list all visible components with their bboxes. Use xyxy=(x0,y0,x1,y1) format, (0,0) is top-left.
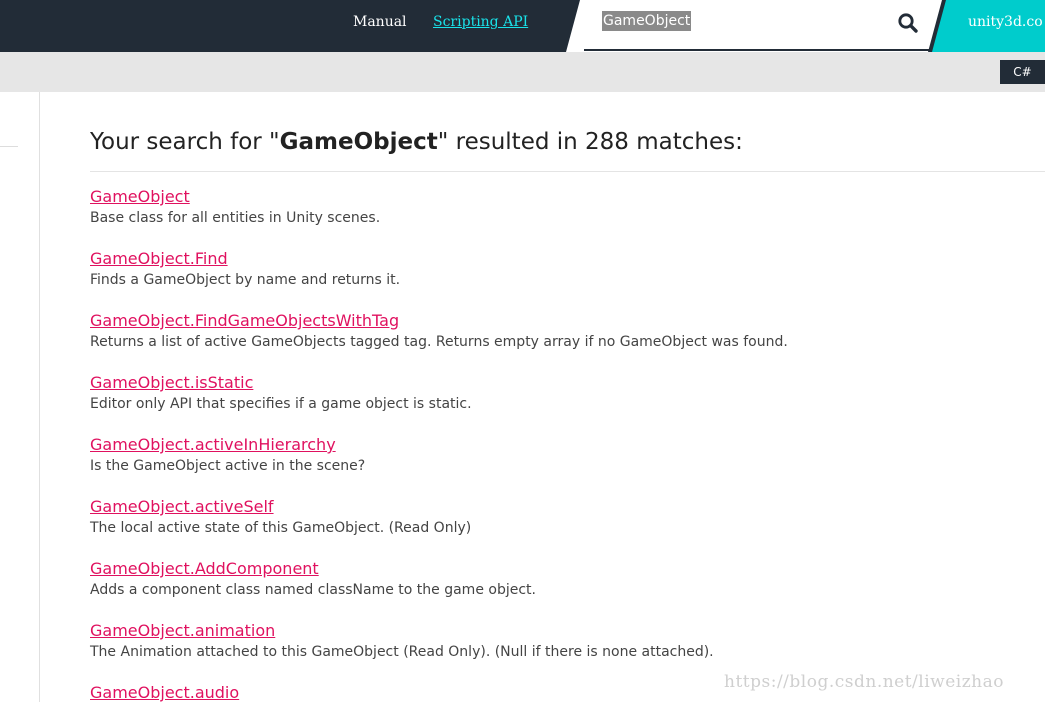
result-description: Editor only API that specifies if a game… xyxy=(90,396,472,412)
unity-site-link[interactable]: unity3d.co xyxy=(968,14,1043,30)
result-item: GameObject Base class for all entities i… xyxy=(90,187,990,227)
result-description: Adds a component class named className t… xyxy=(90,582,536,598)
result-item: GameObject.activeSelf The local active s… xyxy=(90,497,990,537)
result-item: GameObject.Find Finds a GameObject by na… xyxy=(90,249,990,289)
result-item: GameObject.activeInHierarchy Is the Game… xyxy=(90,435,990,475)
result-item: GameObject.isStatic Editor only API that… xyxy=(90,373,990,413)
result-link[interactable]: GameObject.Find xyxy=(90,249,990,269)
result-link[interactable]: GameObject.AddComponent xyxy=(90,559,990,579)
result-description: The local active state of this GameObjec… xyxy=(90,520,472,536)
sidebar-divider xyxy=(0,146,18,147)
result-description: Base class for all entities in Unity sce… xyxy=(90,210,381,226)
result-link[interactable]: GameObject.activeInHierarchy xyxy=(90,435,990,455)
results-heading: Your search for "GameObject" resulted in… xyxy=(90,129,743,155)
result-link[interactable]: GameObject.animation xyxy=(90,621,990,641)
search-input[interactable] xyxy=(602,11,892,33)
left-sidebar xyxy=(0,92,40,702)
result-item: GameObject.FindGameObjectsWithTag Return… xyxy=(90,311,990,351)
result-link[interactable]: GameObject.activeSelf xyxy=(90,497,990,517)
result-description: Is the GameObject active in the scene? xyxy=(90,458,366,474)
result-item: GameObject.AddComponent Adds a component… xyxy=(90,559,990,599)
watermark-text: https://blog.csdn.net/liweizhao xyxy=(724,672,1004,692)
result-description: The Animation attached to this GameObjec… xyxy=(90,644,714,660)
result-link[interactable]: GameObject.isStatic xyxy=(90,373,990,393)
language-selector[interactable]: C# xyxy=(1000,60,1045,84)
heading-divider xyxy=(90,171,1045,172)
result-description: Returns a list of active GameObjects tag… xyxy=(90,334,788,350)
result-item: GameObject.animation The Animation attac… xyxy=(90,621,990,661)
result-link[interactable]: GameObject.FindGameObjectsWithTag xyxy=(90,311,990,331)
result-link[interactable]: GameObject xyxy=(90,187,990,207)
nav-scripting-api-link[interactable]: Scripting API xyxy=(433,14,528,30)
search-underline xyxy=(584,49,932,51)
result-description: Finds a GameObject by name and returns i… xyxy=(90,272,401,288)
nav-manual-link[interactable]: Manual xyxy=(353,14,407,30)
results-query: GameObject xyxy=(279,129,438,155)
search-icon[interactable] xyxy=(897,12,919,34)
sub-header-bar xyxy=(0,52,1045,92)
